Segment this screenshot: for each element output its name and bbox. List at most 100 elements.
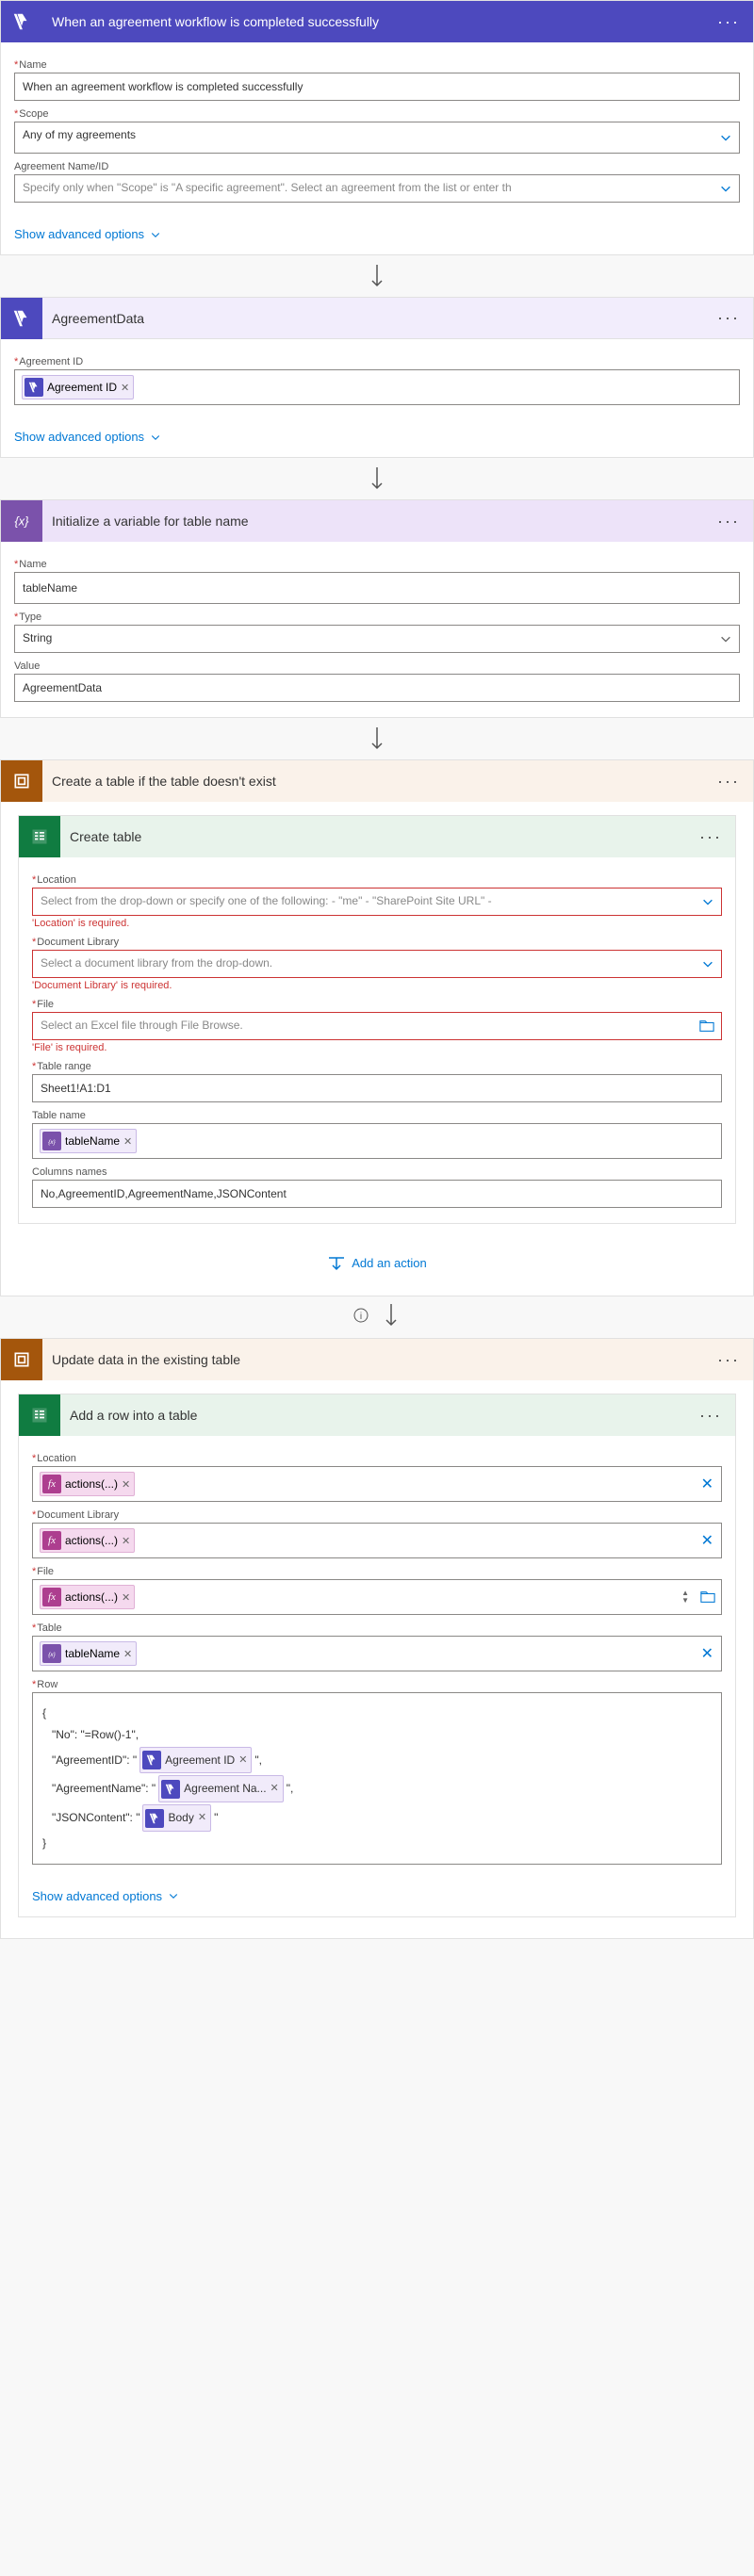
- agreementname-token[interactable]: Agreement Na... ✕: [158, 1775, 284, 1802]
- library-label: *Document Library: [32, 1509, 722, 1521]
- flow-arrow: [0, 255, 754, 297]
- name-label: *Name: [14, 59, 740, 71]
- info-icon[interactable]: i: [353, 1308, 369, 1323]
- advanced-options-link[interactable]: Show advanced options: [14, 430, 161, 444]
- agreement-dropdown[interactable]: Specify only when "Scope" is "A specific…: [14, 174, 740, 203]
- tablename-token[interactable]: {x} tableName ✕: [40, 1129, 137, 1153]
- location-dropdown[interactable]: Select from the drop-down or specify one…: [32, 888, 722, 916]
- fx-token[interactable]: fx actions(...) ✕: [40, 1472, 135, 1496]
- folder-icon[interactable]: [699, 1019, 714, 1033]
- table-label: *Table: [32, 1622, 722, 1634]
- advanced-options-link[interactable]: Show advanced options: [14, 227, 161, 241]
- file-input[interactable]: fx actions(...) ✕ ▲▼: [32, 1579, 722, 1615]
- adobe-icon: [145, 1809, 164, 1828]
- menu-button[interactable]: ···: [704, 1350, 753, 1370]
- location-error: 'Location' is required.: [32, 918, 722, 929]
- var-type-dropdown[interactable]: String: [14, 625, 740, 653]
- remove-token[interactable]: ✕: [121, 382, 129, 394]
- library-input[interactable]: fx actions(...) ✕ ✕: [32, 1523, 722, 1558]
- library-dropdown[interactable]: Select a document library from the drop-…: [32, 950, 722, 978]
- row-text: "JSONContent": ": [52, 1807, 139, 1829]
- remove-token[interactable]: ✕: [122, 1535, 130, 1547]
- fx-icon: fx: [42, 1531, 61, 1550]
- file-label: *File: [32, 1566, 722, 1577]
- scope-header[interactable]: Create a table if the table doesn't exis…: [1, 760, 753, 802]
- scope-label: *Scope: [14, 108, 740, 120]
- menu-button[interactable]: ···: [704, 308, 753, 328]
- remove-token[interactable]: ✕: [198, 1808, 206, 1828]
- row-text: ",: [287, 1778, 294, 1800]
- menu-button[interactable]: ···: [704, 772, 753, 791]
- var-name-input[interactable]: [14, 572, 740, 604]
- row-text: ": [214, 1807, 218, 1829]
- body-token[interactable]: Body ✕: [142, 1804, 211, 1832]
- tablename-input[interactable]: {x} tableName ✕: [32, 1123, 722, 1159]
- agreementdata-header[interactable]: AgreementData ···: [1, 298, 753, 339]
- scope-dropdown[interactable]: Any of my agreements: [14, 122, 740, 154]
- file-error: 'File' is required.: [32, 1042, 722, 1053]
- addrow-header[interactable]: Add a row into a table ···: [19, 1394, 735, 1436]
- remove-token[interactable]: ✕: [123, 1648, 132, 1660]
- advanced-options-link[interactable]: Show advanced options: [32, 1889, 179, 1903]
- svg-text:i: i: [360, 1312, 362, 1322]
- remove-token[interactable]: ✕: [123, 1135, 132, 1148]
- excel-icon: [19, 1394, 60, 1436]
- var-value-label: Value: [14, 660, 740, 672]
- menu-button[interactable]: ···: [686, 827, 735, 847]
- adobe-icon: [25, 378, 43, 397]
- file-label: *File: [32, 999, 722, 1010]
- chevron-down-icon: [168, 1890, 179, 1901]
- columns-label: Columns names: [32, 1166, 722, 1178]
- agreementdata-title: AgreementData: [42, 311, 704, 326]
- remove-token[interactable]: ✕: [270, 1779, 279, 1799]
- variable-header[interactable]: {x} Initialize a variable for table name…: [1, 500, 753, 542]
- var-value-input[interactable]: [14, 674, 740, 702]
- menu-button[interactable]: ···: [704, 512, 753, 531]
- update-header[interactable]: Update data in the existing table ···: [1, 1339, 753, 1380]
- var-name-label: *Name: [14, 559, 740, 570]
- name-input[interactable]: [14, 73, 740, 101]
- create-table-title: Create table: [60, 829, 686, 844]
- add-action-button[interactable]: Add an action: [18, 1235, 736, 1296]
- agreementid-input[interactable]: Agreement ID ✕: [14, 369, 740, 405]
- clear-button[interactable]: ✕: [701, 1475, 713, 1493]
- row-text: {: [42, 1703, 712, 1724]
- fx-icon: fx: [42, 1475, 61, 1493]
- columns-input[interactable]: [32, 1180, 722, 1208]
- range-input[interactable]: [32, 1074, 722, 1102]
- row-text: ",: [254, 1750, 262, 1771]
- create-table-header[interactable]: Create table ···: [19, 816, 735, 857]
- trigger-header[interactable]: When an agreement workflow is completed …: [1, 1, 753, 42]
- fx-token[interactable]: fx actions(...) ✕: [40, 1585, 135, 1609]
- menu-button[interactable]: ···: [704, 12, 753, 32]
- flow-arrow: [0, 718, 754, 759]
- file-input[interactable]: Select an Excel file through File Browse…: [32, 1012, 722, 1040]
- excel-icon: [19, 816, 60, 857]
- remove-token[interactable]: ✕: [238, 1751, 247, 1770]
- menu-button[interactable]: ···: [686, 1406, 735, 1426]
- agreementid-token[interactable]: Agreement ID ✕: [139, 1747, 252, 1774]
- svg-text:{x}: {x}: [48, 1139, 56, 1146]
- table-input[interactable]: {x} tableName ✕ ✕: [32, 1636, 722, 1671]
- folder-icon[interactable]: [700, 1590, 715, 1604]
- row-text: "AgreementID": ": [52, 1750, 137, 1771]
- adobe-icon: [142, 1751, 161, 1769]
- adobe-icon: [1, 298, 42, 339]
- location-input[interactable]: fx actions(...) ✕ ✕: [32, 1466, 722, 1502]
- flow-arrow: [0, 458, 754, 499]
- clear-button[interactable]: ✕: [701, 1644, 713, 1663]
- row-input[interactable]: { "No": "=Row()-1", "AgreementID": " Agr…: [32, 1692, 722, 1865]
- addrow-title: Add a row into a table: [60, 1408, 686, 1423]
- adobe-icon: [1, 1, 42, 42]
- library-error: 'Document Library' is required.: [32, 980, 722, 991]
- fx-token[interactable]: fx actions(...) ✕: [40, 1528, 135, 1553]
- agreement-label: Agreement Name/ID: [14, 161, 740, 172]
- chevron-down-icon: [150, 229, 161, 240]
- range-label: *Table range: [32, 1061, 722, 1072]
- agreementid-token[interactable]: Agreement ID ✕: [22, 375, 134, 399]
- tablename-token[interactable]: {x} tableName ✕: [40, 1641, 137, 1666]
- remove-token[interactable]: ✕: [122, 1591, 130, 1604]
- spinner[interactable]: ▲▼: [681, 1590, 689, 1605]
- remove-token[interactable]: ✕: [122, 1478, 130, 1491]
- clear-button[interactable]: ✕: [701, 1531, 713, 1550]
